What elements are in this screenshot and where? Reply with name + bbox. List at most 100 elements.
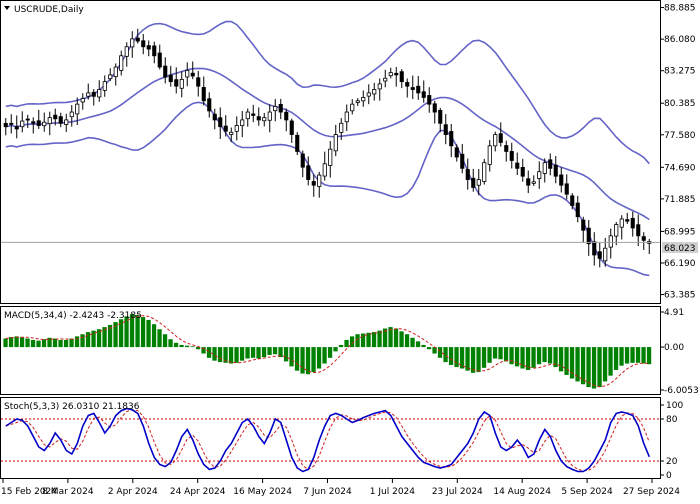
macd-bar (344, 339, 349, 348)
candle-body (179, 79, 184, 89)
macd-bar (613, 347, 619, 370)
candle-body (328, 148, 333, 166)
macd-bar (36, 340, 41, 348)
candle-body (421, 91, 426, 98)
candle-body (465, 169, 470, 180)
time-axis-label: 8 Mar 2024 (42, 487, 94, 497)
macd-axis-label: 4.91 (664, 308, 684, 318)
candle-body (58, 116, 63, 124)
macd-bar (393, 328, 399, 348)
macd-bar (415, 341, 421, 348)
macd-bar (30, 339, 36, 348)
candle-body (586, 227, 591, 245)
macd-bar (96, 329, 102, 348)
candle-body (14, 126, 19, 130)
candle-body (443, 124, 448, 135)
macd-bar (3, 338, 8, 348)
macd-bar (558, 347, 564, 372)
candle-body (531, 181, 536, 184)
macd-bar (586, 347, 591, 388)
macd-bar (118, 319, 124, 348)
candle-body (53, 114, 58, 120)
macd-bar (300, 347, 305, 374)
candle-body (427, 95, 432, 105)
candle-body (630, 217, 635, 229)
chart-canvas: 88.885 86.080 83.275 80.385 77.580 74.690 71.8… (0, 0, 699, 497)
macd-bar (52, 338, 58, 348)
macd-bar (360, 333, 366, 348)
macd-bar (157, 329, 162, 348)
candle-body (108, 74, 113, 80)
chart-title: USCRUDE,Daily (14, 5, 84, 15)
macd-bar (267, 347, 272, 355)
candle-body (119, 55, 124, 71)
macd-bar (641, 347, 646, 364)
macd-bar (355, 334, 360, 348)
macd-bar (377, 330, 382, 348)
macd-bar (80, 334, 85, 348)
candle-body (284, 111, 289, 121)
macd-bar (569, 347, 575, 379)
candle-body (482, 162, 487, 182)
macd-axis-label: 0.00 (664, 343, 684, 353)
candle-body (432, 103, 437, 113)
candle-body (64, 119, 69, 125)
macd-bar (69, 338, 74, 348)
candle-body (559, 174, 564, 186)
candle-body (564, 183, 569, 195)
macd-bar (311, 347, 316, 373)
price-axis-label: 77.580 (664, 131, 696, 141)
candle-body (493, 134, 498, 147)
macd-bar (646, 347, 652, 365)
macd-bar (206, 347, 212, 358)
candle-body (372, 89, 377, 95)
candle-body (592, 241, 597, 256)
candle-body (69, 111, 74, 118)
candle-body (619, 218, 624, 228)
candle-body (25, 118, 30, 121)
macd-bar (591, 347, 597, 389)
candle-body (97, 89, 102, 98)
macd-bar (602, 347, 608, 382)
macd-bar (476, 347, 481, 373)
macd-bar (41, 339, 47, 348)
candle-body (405, 82, 410, 87)
macd-bar (327, 347, 333, 358)
candle-body (113, 66, 118, 77)
chart-window: 88.885 86.080 83.275 80.385 77.580 74.690 71.8… (0, 0, 700, 500)
candle-body (366, 92, 371, 97)
macd-bar (470, 347, 476, 373)
macd-bar (509, 347, 514, 365)
candle-body (152, 45, 157, 57)
candle-body (262, 117, 267, 122)
candle-body (339, 122, 344, 133)
candle-body (548, 159, 553, 169)
macd-bar (503, 347, 509, 362)
macd-bar (399, 331, 404, 348)
macd-bar (146, 319, 151, 348)
candle-body (47, 117, 52, 125)
candle-body (251, 113, 256, 116)
candle-body (234, 125, 239, 132)
candle-body (278, 103, 283, 113)
macd-bar (481, 347, 487, 368)
candle-body (322, 163, 327, 177)
macd-axis-label: -6.0053 (664, 386, 699, 396)
macd-bar (294, 347, 300, 371)
time-axis-label: 23 Jul 2024 (432, 487, 483, 497)
candle-body (218, 117, 223, 128)
price-axis-label: 63.385 (664, 291, 696, 301)
macd-bar (531, 347, 536, 368)
macd-bar (322, 347, 327, 364)
candle-body (350, 103, 355, 112)
macd-bar (74, 336, 80, 348)
time-axis-label: 1 Jul 2024 (370, 487, 415, 497)
time-axis-label: 5 Sep 2024 (561, 487, 613, 497)
candle-body (31, 121, 36, 124)
macd-bar (333, 347, 338, 352)
candle-body (608, 235, 613, 248)
macd-bar (371, 332, 377, 348)
candle-body (471, 177, 476, 188)
candle-body (625, 219, 630, 222)
macd-bar (448, 347, 454, 365)
